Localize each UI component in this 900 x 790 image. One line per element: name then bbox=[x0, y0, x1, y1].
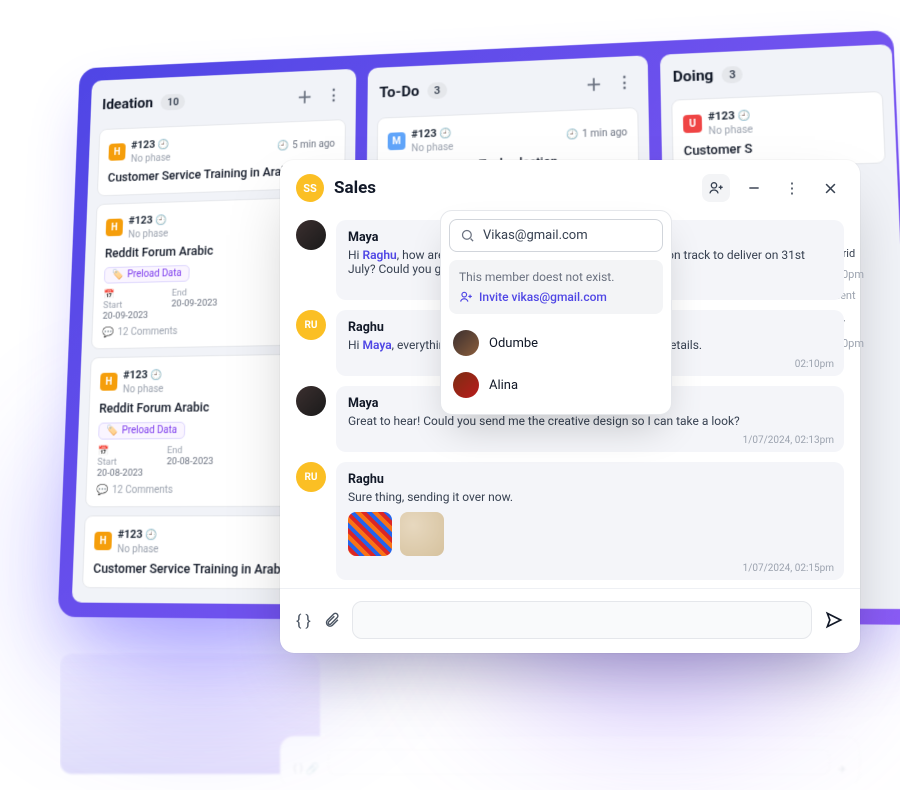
clock-icon: 🕘 bbox=[158, 140, 170, 151]
chat-messages: Vikas@gmail.com This member doest not ex… bbox=[280, 216, 860, 588]
column-title: To-Do bbox=[379, 82, 419, 101]
invite-icon bbox=[459, 290, 473, 304]
chat-title: Sales bbox=[334, 178, 692, 198]
chat-avatar: SS bbox=[296, 174, 324, 202]
card-time: 🕘5 min ago bbox=[277, 138, 335, 151]
person-name: Alina bbox=[489, 378, 518, 393]
card-id: #123 bbox=[131, 138, 155, 151]
person-name: Odumbe bbox=[489, 336, 538, 351]
sender-avatar: RU bbox=[296, 310, 326, 340]
card[interactable]: U #123 🕘 No phase Customer S bbox=[671, 91, 886, 171]
chat-header: SS Sales ⋮ bbox=[280, 160, 860, 216]
card-avatar: U bbox=[683, 114, 702, 133]
person-row[interactable]: Alina bbox=[449, 364, 663, 406]
mention[interactable]: Raghu bbox=[362, 248, 396, 262]
message-input[interactable] bbox=[352, 601, 812, 639]
person-avatar bbox=[453, 372, 479, 398]
add-member-button[interactable] bbox=[702, 174, 730, 202]
card-phase: No phase bbox=[131, 153, 171, 165]
message: RU Raghu Sure thing, sending it over now… bbox=[296, 462, 844, 580]
sender-avatar bbox=[296, 386, 326, 416]
sender-avatar bbox=[296, 220, 326, 250]
invite-link[interactable]: Invite vikas@gmail.com bbox=[459, 290, 653, 304]
column-title: Ideation bbox=[102, 94, 154, 113]
message-bubble: Raghu Sure thing, sending it over now. 1… bbox=[336, 462, 844, 580]
person-row[interactable]: Odumbe bbox=[449, 322, 663, 364]
search-icon bbox=[460, 228, 475, 243]
preload-tag[interactable]: 🏷️ Preload Data bbox=[104, 265, 190, 284]
preload-tag[interactable]: 🏷️Preload Data bbox=[98, 422, 185, 440]
mention[interactable]: Maya bbox=[362, 338, 391, 352]
member-search-input[interactable]: Vikas@gmail.com bbox=[449, 219, 663, 252]
message-composer: { } bbox=[280, 588, 860, 653]
column-title: Doing bbox=[673, 66, 714, 86]
add-card-button[interactable]: ＋ bbox=[294, 84, 316, 108]
code-block-button[interactable]: { } bbox=[296, 611, 311, 630]
message-timestamp: 1/07/2024, 02:15pm bbox=[743, 563, 834, 574]
attachment-thumbnail[interactable] bbox=[400, 512, 444, 556]
attach-button[interactable] bbox=[323, 612, 340, 629]
column-count: 10 bbox=[160, 93, 185, 110]
attachment-thumbnail[interactable] bbox=[348, 512, 392, 556]
message-timestamp: 1/07/2024, 02:13pm bbox=[743, 435, 834, 446]
card-avatar: M bbox=[388, 132, 406, 150]
search-notice: This member doest not exist. Invite vika… bbox=[449, 260, 663, 314]
card-avatar: H bbox=[106, 218, 123, 236]
person-avatar bbox=[453, 330, 479, 356]
send-button[interactable] bbox=[824, 610, 844, 630]
close-button[interactable] bbox=[816, 174, 844, 202]
comment-icon: 💬 bbox=[102, 327, 114, 338]
invite-popover: Vikas@gmail.com This member doest not ex… bbox=[440, 210, 672, 415]
people-list: Odumbe Alina bbox=[449, 322, 663, 406]
minimize-button[interactable] bbox=[740, 174, 768, 202]
chat-window: SS Sales ⋮ Vikas@gmail.com This member d… bbox=[280, 160, 860, 653]
column-menu-button[interactable]: ⋮ bbox=[613, 72, 636, 92]
column-menu-button[interactable]: ⋮ bbox=[323, 85, 345, 104]
card-avatar: H bbox=[108, 143, 125, 161]
more-button[interactable]: ⋮ bbox=[778, 174, 806, 202]
add-card-button[interactable]: ＋ bbox=[582, 71, 605, 96]
sender-avatar: RU bbox=[296, 462, 326, 492]
tag-icon: 🏷️ bbox=[112, 270, 124, 281]
